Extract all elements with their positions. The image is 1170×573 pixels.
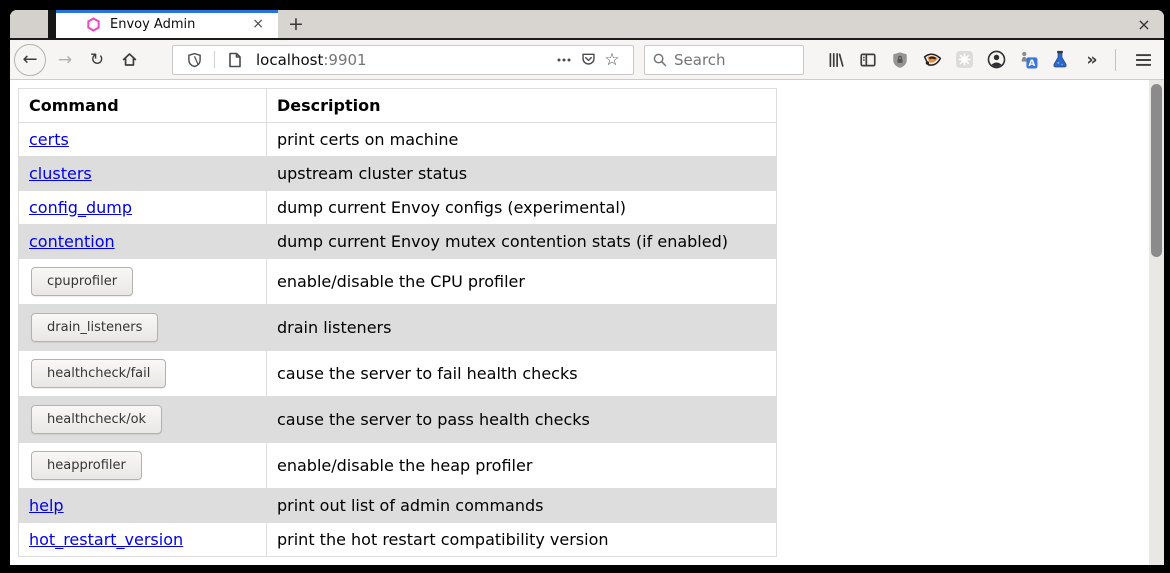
window-close-button[interactable]: × xyxy=(1124,10,1164,38)
page-info-icon[interactable] xyxy=(223,52,247,68)
account-icon[interactable] xyxy=(983,47,1009,73)
search-input[interactable] xyxy=(674,51,774,69)
command-column-header: Command xyxy=(19,89,267,123)
tab-bar: Envoy Admin × + × xyxy=(10,10,1164,38)
new-tab-button[interactable]: + xyxy=(282,10,310,38)
url-port: :9901 xyxy=(323,51,366,69)
toolbar-icons: A » xyxy=(817,47,1156,73)
bookmark-star-icon[interactable]: ☆ xyxy=(600,50,624,70)
admin-command-table: Command Description certs print certs on … xyxy=(18,88,777,557)
description-cell: dump current Envoy configs (experimental… xyxy=(267,191,777,225)
command-button[interactable]: healthcheck/ok xyxy=(31,405,162,434)
description-cell: upstream cluster status xyxy=(267,157,777,191)
search-box[interactable] xyxy=(644,45,804,75)
url-host: localhost xyxy=(256,51,323,69)
description-cell: cause the server to fail health checks xyxy=(267,351,777,397)
description-cell: cause the server to pass health checks xyxy=(267,397,777,443)
translate-icon[interactable]: A xyxy=(1015,47,1041,73)
command-link[interactable]: hot_restart_version xyxy=(29,530,183,549)
command-button[interactable]: cpuprofiler xyxy=(31,267,133,296)
toolbar-divider xyxy=(1115,49,1116,71)
reload-button[interactable]: ↻ xyxy=(84,47,110,73)
scrollbar-thumb[interactable] xyxy=(1151,84,1162,257)
shield-lock-icon[interactable] xyxy=(887,47,913,73)
table-header-row: Command Description xyxy=(19,89,777,123)
command-link[interactable]: contention xyxy=(29,232,115,251)
pocket-icon[interactable] xyxy=(576,52,600,67)
table-row: healthcheck/ok cause the server to pass h… xyxy=(19,397,777,443)
back-button[interactable]: ← xyxy=(14,44,46,76)
page-actions-icon[interactable] xyxy=(552,58,576,62)
command-cell: healthcheck/fail xyxy=(19,351,267,397)
tab-close-icon[interactable]: × xyxy=(248,16,268,32)
description-cell: print the hot restart compatibility vers… xyxy=(267,523,777,557)
command-cell: config_dump xyxy=(19,191,267,225)
command-link[interactable]: config_dump xyxy=(29,198,132,217)
search-icon xyxy=(653,53,667,67)
decentraleyes-icon[interactable] xyxy=(951,47,977,73)
command-cell: contention xyxy=(19,225,267,259)
table-row: config_dump dump current Envoy configs (e… xyxy=(19,191,777,225)
titlebar-spacer xyxy=(10,10,48,38)
active-tab-accent xyxy=(56,10,278,13)
flask-icon[interactable] xyxy=(1047,47,1073,73)
command-button[interactable]: healthcheck/fail xyxy=(31,359,166,388)
home-button[interactable] xyxy=(116,47,142,73)
command-cell: certs xyxy=(19,123,267,157)
description-cell: enable/disable the CPU profiler xyxy=(267,259,777,305)
command-button[interactable]: drain_listeners xyxy=(31,313,158,342)
vertical-scrollbar[interactable] xyxy=(1149,80,1164,565)
description-cell: print out list of admin commands xyxy=(267,489,777,523)
command-link[interactable]: certs xyxy=(29,130,69,149)
svg-text:A: A xyxy=(1028,59,1035,69)
tab-separator xyxy=(48,10,56,38)
tab-envoy-admin[interactable]: Envoy Admin × xyxy=(56,10,278,38)
command-cell: hot_restart_version xyxy=(19,523,267,557)
urlbar-divider xyxy=(214,51,215,68)
table-row: help print out list of admin commands xyxy=(19,489,777,523)
desktop-background: Envoy Admin × + × ← → ↻ xyxy=(0,0,1170,573)
table-row: healthcheck/fail cause the server to fail… xyxy=(19,351,777,397)
table-row: drain_listeners drain listeners xyxy=(19,305,777,351)
description-cell: print certs on machine xyxy=(267,123,777,157)
description-cell: dump current Envoy mutex contention stat… xyxy=(267,225,777,259)
envoy-hexagon-icon xyxy=(86,17,101,32)
navigation-toolbar: ← → ↻ xyxy=(10,40,1164,80)
table-row: clusters upstream cluster status xyxy=(19,157,777,191)
tab-title: Envoy Admin xyxy=(110,17,248,32)
command-cell: drain_listeners xyxy=(19,305,267,351)
command-cell: help xyxy=(19,489,267,523)
table-row: cpuprofiler enable/disable the CPU profil… xyxy=(19,259,777,305)
command-cell: healthcheck/ok xyxy=(19,397,267,443)
table-row: certs print certs on machine xyxy=(19,123,777,157)
description-cell: enable/disable the heap profiler xyxy=(267,443,777,489)
table-row: hot_restart_version print the hot restart… xyxy=(19,523,777,557)
command-link[interactable]: clusters xyxy=(29,164,92,183)
menu-icon[interactable] xyxy=(1130,47,1156,73)
table-row: contention dump current Envoy mutex conte… xyxy=(19,225,777,259)
table-row: heapprofiler enable/disable the heap prof… xyxy=(19,443,777,489)
home-icon xyxy=(121,51,138,68)
command-link[interactable]: help xyxy=(29,496,64,515)
url-text[interactable]: localhost:9901 xyxy=(256,51,552,69)
browser-window: Envoy Admin × + × ← → ↻ xyxy=(10,10,1164,565)
command-cell: cpuprofiler xyxy=(19,259,267,305)
url-bar[interactable]: localhost:9901 ☆ xyxy=(172,45,634,75)
page-content: Command Description certs print certs on … xyxy=(10,80,1164,565)
description-column-header: Description xyxy=(267,89,777,123)
overflow-chevron-icon[interactable]: » xyxy=(1079,47,1105,73)
privacy-badger-icon[interactable] xyxy=(919,47,945,73)
command-table-body: certs print certs on machine clusters upstr… xyxy=(19,123,777,557)
library-icon[interactable] xyxy=(823,47,849,73)
description-cell: drain listeners xyxy=(267,305,777,351)
command-cell: clusters xyxy=(19,157,267,191)
command-button[interactable]: heapprofiler xyxy=(31,451,142,480)
command-cell: heapprofiler xyxy=(19,443,267,489)
forward-button[interactable]: → xyxy=(52,47,78,73)
sidebar-icon[interactable] xyxy=(855,47,881,73)
tracking-protection-shield-icon[interactable] xyxy=(182,52,206,68)
